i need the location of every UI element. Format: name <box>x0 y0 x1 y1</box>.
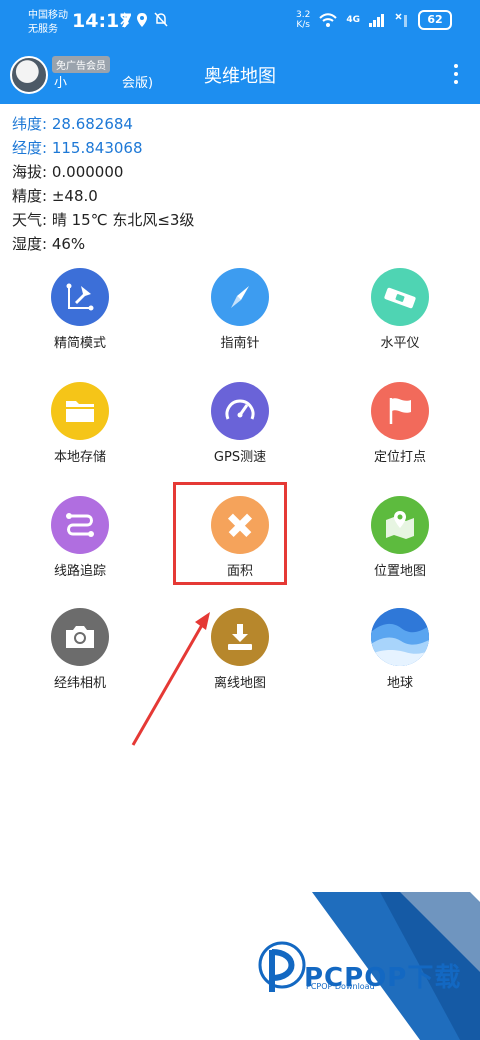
watermark-sub: PCPOP Download <box>306 982 375 991</box>
watermark-graphic <box>258 892 480 1040</box>
